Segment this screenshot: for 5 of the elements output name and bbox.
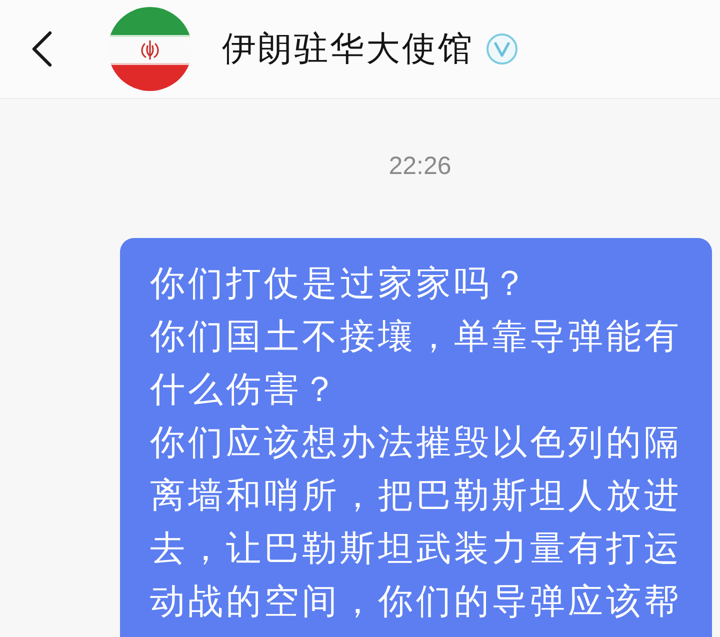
chat-title: 伊朗驻华大使馆: [222, 28, 474, 70]
message-timestamp: 22:26: [388, 151, 452, 181]
back-icon[interactable]: [30, 31, 54, 67]
flag-avatar-icon[interactable]: [108, 7, 192, 91]
message-bubble: 你们打仗是过家家吗？ 你们国土不接壤，单靠导弹能有什么伤害？ 你们应该想办法摧毁以色列的隔离墙和哨所，把巴勒斯坦人放进去，让巴勒斯坦武装力量有打运动战的空间，你们的导弹应该帮: [120, 238, 712, 637]
